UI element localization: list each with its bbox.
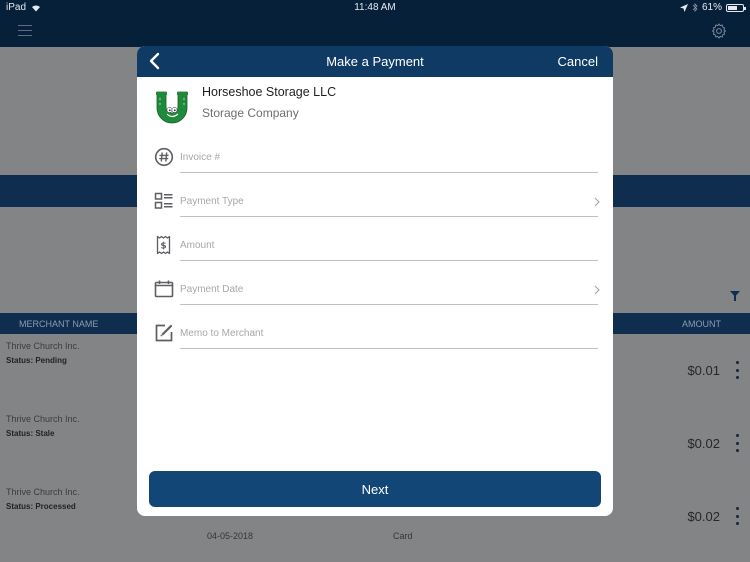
amount-input[interactable] (180, 237, 598, 261)
payment-date: 04-05-2018 (207, 531, 254, 541)
svg-text:$: $ (160, 242, 166, 252)
payment-status: Status: Processed (6, 502, 76, 511)
more-options-icon[interactable] (734, 361, 740, 379)
bluetooth-icon (692, 3, 698, 12)
amount-field: $ (154, 235, 599, 271)
menu-icon[interactable] (18, 25, 32, 36)
invoice-number-input[interactable] (180, 149, 598, 173)
column-header-merchant[interactable]: MERCHANT NAME (19, 319, 98, 329)
payment-amount: $0.01 (687, 363, 720, 378)
memo-field (154, 323, 599, 359)
edit-note-icon (155, 324, 173, 342)
clock: 11:48 AM (354, 2, 396, 13)
modal-header: Make a Payment Cancel (137, 46, 613, 77)
receipt-dollar-icon: $ (156, 235, 171, 255)
column-header-amount[interactable]: AMOUNT (682, 319, 721, 329)
payment-amount: $0.02 (687, 509, 720, 524)
payment-status: Status: Pending (6, 356, 67, 365)
chevron-right-icon[interactable] (593, 285, 601, 295)
calendar-icon (154, 280, 174, 298)
location-arrow-icon (679, 3, 688, 12)
cancel-button[interactable]: Cancel (558, 54, 598, 69)
make-payment-modal: Make a Payment Cancel Horseshoe Storage … (137, 46, 613, 516)
memo-input[interactable] (180, 325, 598, 349)
chevron-right-icon[interactable] (593, 197, 601, 207)
battery-icon (726, 3, 746, 12)
merchant-name: Thrive Church Inc. (6, 341, 80, 351)
merchant-name: Thrive Church Inc. (6, 487, 80, 497)
merchant-type: Storage Company (202, 106, 299, 120)
hash-icon (154, 147, 174, 167)
merchant-name: Horseshoe Storage LLC (202, 85, 337, 99)
merchant-name: Thrive Church Inc. (6, 414, 80, 424)
next-button[interactable]: Next (149, 471, 601, 507)
invoice-number-field (154, 147, 599, 183)
more-options-icon[interactable] (734, 507, 740, 525)
payment-type-field (154, 191, 601, 227)
filter-icon[interactable] (730, 291, 740, 301)
modal-title: Make a Payment (326, 54, 424, 69)
payment-date-field (154, 279, 601, 315)
payment-status: Status: Stale (6, 429, 55, 438)
payment-type-select[interactable] (180, 193, 598, 217)
battery-percent: 61% (701, 2, 722, 13)
payment-method: Card (393, 531, 413, 541)
more-options-icon[interactable] (734, 434, 740, 452)
list-icon (154, 192, 173, 209)
payment-amount: $0.02 (687, 436, 720, 451)
payment-date-picker[interactable] (180, 281, 598, 305)
status-bar: iPad 11:48 AM 61% (0, 0, 750, 16)
top-navbar (0, 16, 750, 47)
gear-icon[interactable] (710, 22, 728, 40)
merchant-logo-horseshoe-icon (156, 91, 188, 124)
